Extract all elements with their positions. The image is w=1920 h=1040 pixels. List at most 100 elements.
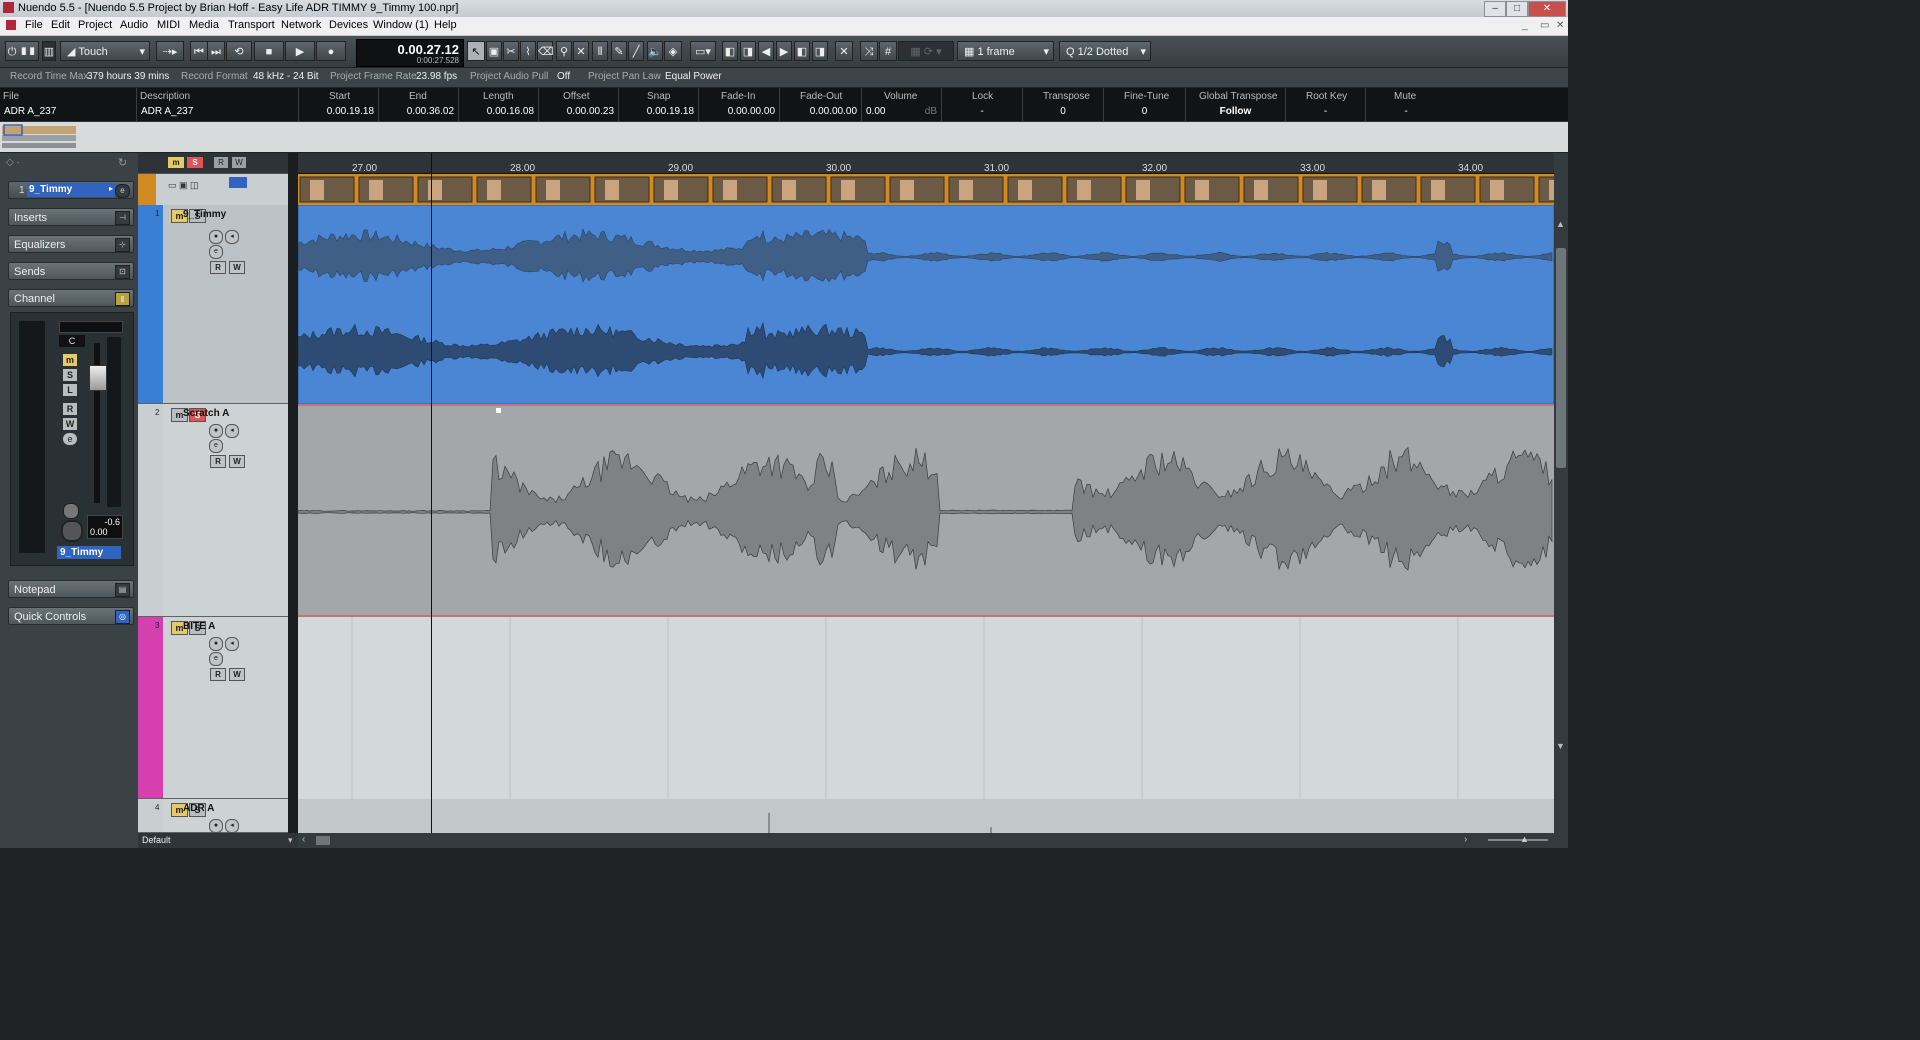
track-1-record-icon[interactable]: ●	[209, 230, 223, 244]
frame-rate-value[interactable]: 23.98 fps	[416, 71, 457, 82]
go-to-end-icon[interactable]: ⏭	[207, 41, 225, 61]
menu-window[interactable]: Window (1)	[373, 19, 429, 31]
thumbnail-toggle-icon[interactable]	[229, 177, 247, 188]
track-1-monitor-icon[interactable]: ◂	[225, 230, 239, 244]
track-name-3[interactable]: BITE A	[183, 621, 215, 632]
track-header-adr-a[interactable]: 4 m S ADR A ● ◂	[138, 799, 298, 833]
inspector-quick-controls[interactable]: Quick Controls ◎	[8, 607, 134, 625]
track-2-write-button[interactable]: W	[229, 455, 245, 468]
time-warp-tool-icon[interactable]: ⫴	[592, 41, 608, 61]
vertical-scroll-thumb[interactable]	[1556, 248, 1566, 468]
range-tool-icon[interactable]: ▣	[486, 41, 502, 61]
maximize-icon[interactable]: □	[1506, 1, 1528, 17]
video-track-header[interactable]: ▭ ▣ ◫	[138, 174, 298, 205]
scroll-up-icon[interactable]: ▲	[1556, 219, 1565, 229]
menu-audio[interactable]: Audio	[120, 19, 148, 31]
record-enable-icon[interactable]	[61, 520, 83, 542]
project-cursor[interactable]	[431, 153, 432, 833]
track-preset-bar[interactable]: Default ▾	[138, 833, 298, 848]
menu-edit[interactable]: Edit	[51, 19, 70, 31]
info-end[interactable]: End 0.00.36.02	[379, 88, 459, 121]
color-tool-icon[interactable]: ◈	[664, 41, 682, 61]
activate-project-button[interactable]: ⏻ ▮▮	[5, 41, 39, 61]
timeline-ruler[interactable]: 27.00 28.00 29.00 30.00 31.00 32.00 33.0…	[298, 153, 1568, 174]
video-track-controls[interactable]: ▭ ▣ ◫	[168, 180, 199, 191]
doc-restore-icon[interactable]: ▭	[1540, 20, 1549, 31]
track-4-record-icon[interactable]: ●	[209, 819, 223, 833]
track-3-read-button[interactable]: R	[210, 668, 226, 681]
line-tool-icon[interactable]: ╱	[628, 41, 644, 61]
inspector-equalizers[interactable]: Equalizers ⊹	[8, 235, 134, 253]
track-3-monitor-icon[interactable]: ◂	[225, 637, 239, 651]
channel-read-button[interactable]: R	[63, 403, 77, 415]
zoom-thumb-icon[interactable]: ▲	[1520, 834, 1529, 844]
fader-readout[interactable]: -0.6 0.00	[87, 515, 123, 539]
track-2-edit-icon[interactable]: e	[209, 439, 223, 453]
pan-law-value[interactable]: Equal Power	[665, 71, 722, 82]
zoom-tool-icon[interactable]: ⚲	[556, 41, 572, 61]
track-1-edit-icon[interactable]: e	[209, 245, 223, 259]
nudge-end-right-icon[interactable]: ◨	[812, 41, 828, 61]
nudge-left-icon[interactable]: ◧	[722, 41, 738, 61]
play-tool-icon[interactable]: 🔈	[647, 41, 663, 61]
automation-mode-select[interactable]: ◢ Touch ▾	[60, 41, 150, 61]
info-fine-tune[interactable]: Fine-Tune 0	[1104, 88, 1186, 121]
inspector-inserts[interactable]: Inserts ⊣	[8, 208, 134, 226]
info-mute[interactable]: Mute -	[1366, 88, 1446, 121]
track-1-read-button[interactable]: R	[210, 261, 226, 274]
object-selection-tool-icon[interactable]: ↖	[467, 41, 485, 61]
track-3-record-icon[interactable]: ●	[209, 637, 223, 651]
track-name-1[interactable]: 9_Timmy	[183, 209, 226, 220]
stop-icon[interactable]: ■	[254, 41, 284, 61]
record-format-value[interactable]: 48 kHz - 24 Bit	[253, 71, 319, 82]
audio-pull-value[interactable]: Off	[557, 71, 570, 82]
track-3-write-button[interactable]: W	[229, 668, 245, 681]
time-display[interactable]: 0.00.27.12 0:00:27.528	[356, 39, 464, 67]
nudge-start-right-icon[interactable]: ▶	[776, 41, 792, 61]
grid-type-select[interactable]: ▦ 1 frame ▾	[957, 41, 1054, 61]
track-2-record-icon[interactable]: ●	[209, 424, 223, 438]
pan-value[interactable]: C	[59, 335, 85, 347]
play-icon[interactable]: ▶	[285, 41, 315, 61]
bypass-icon[interactable]: ⊣	[115, 211, 130, 225]
info-transpose[interactable]: Transpose 0	[1023, 88, 1104, 121]
record-time-value[interactable]: 379 hours 39 mins	[87, 71, 169, 82]
menu-network[interactable]: Network	[281, 19, 321, 31]
notepad-icon[interactable]: ▤	[115, 583, 130, 597]
video-track-lane[interactable]	[298, 174, 1594, 205]
volume-fader[interactable]	[89, 365, 107, 391]
menu-midi[interactable]: MIDI	[157, 19, 180, 31]
track-header-bite-a[interactable]: 3 m S BITE A ● ◂ e R W	[138, 617, 298, 799]
menu-devices[interactable]: Devices	[329, 19, 368, 31]
global-solo-icon[interactable]: S	[187, 157, 203, 168]
channel-write-button[interactable]: W	[63, 418, 77, 430]
draw-tool-icon[interactable]: ✎	[611, 41, 627, 61]
erase-tool-icon[interactable]: ⌫	[537, 41, 554, 61]
track-header-9-timmy[interactable]: 1 m S 9_Timmy ● ◂ e R W	[138, 205, 298, 404]
autoscroll-button[interactable]: ⇢▸	[156, 41, 184, 61]
track-name-4[interactable]: ADR A	[183, 803, 214, 814]
menu-project[interactable]: Project	[78, 19, 112, 31]
vertical-scrollbar[interactable]: ▲ ▼	[1554, 153, 1568, 833]
pan-slider[interactable]	[59, 321, 123, 333]
nudge-right-icon[interactable]: ◨	[740, 41, 756, 61]
inspector-settings-icon[interactable]: ◇ ·	[6, 157, 20, 168]
quantize-select[interactable]: Q 1/2 Dotted ▾	[1059, 41, 1151, 61]
quick-controls-icon[interactable]: ◎	[115, 610, 130, 624]
info-start[interactable]: Start 0.00.19.18	[299, 88, 379, 121]
track-2-monitor-icon[interactable]: ◂	[225, 424, 239, 438]
menu-help[interactable]: Help	[434, 19, 457, 31]
monitor-icon[interactable]	[63, 503, 79, 519]
project-overview[interactable]	[0, 122, 1568, 152]
inspector-notepad[interactable]: Notepad ▤	[8, 580, 134, 598]
horizontal-scrollbar[interactable]: ‹ › ▲	[298, 833, 1568, 848]
refresh-icon[interactable]: ↻	[118, 156, 127, 169]
horizontal-scroll-thumb[interactable]	[316, 836, 330, 845]
snap-toggle-icon[interactable]: ⤨	[860, 41, 878, 61]
menu-transport[interactable]: Transport	[228, 19, 275, 31]
info-description[interactable]: Description ADR A_237	[137, 88, 299, 121]
track-header-scratch-a[interactable]: 2 m S Scratch A ● ◂ e R W	[138, 404, 298, 617]
inspector-sends[interactable]: Sends ⊡	[8, 262, 134, 280]
nudge-end-left-icon[interactable]: ◧	[794, 41, 810, 61]
info-fade-out[interactable]: Fade-Out 0.00.00.00	[780, 88, 862, 121]
